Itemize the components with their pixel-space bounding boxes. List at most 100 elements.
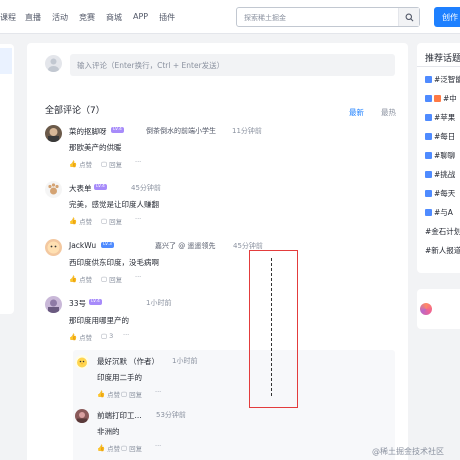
recommended-topics-title: 推荐话题 — [425, 54, 460, 64]
avatar[interactable] — [45, 239, 62, 256]
like-button[interactable]: 👍 点赞 — [69, 274, 92, 284]
comment-icon: ▢ — [121, 444, 128, 452]
left-sidebar — [0, 44, 14, 314]
comment-icon: ▢ — [101, 275, 108, 283]
thumbs-up-icon: 👍 — [69, 160, 78, 168]
like-button[interactable]: 👍 点赞 — [69, 159, 92, 169]
chick-icon — [77, 357, 87, 368]
divider — [417, 66, 460, 67]
reply-author[interactable]: 前端打印工... — [97, 410, 142, 421]
watermark: @稀土掘金技术社区 — [372, 447, 444, 456]
topic-item[interactable]: #金石计划 — [425, 226, 460, 237]
reply-button[interactable]: ▢ 回复 — [101, 216, 122, 226]
search-button[interactable] — [398, 8, 419, 26]
more-button[interactable]: ··· — [155, 388, 161, 396]
nav-item-course[interactable]: 课程 — [0, 12, 16, 23]
topic-item[interactable]: #新人报道 — [425, 245, 460, 256]
level-badge: LV.4 — [89, 299, 102, 305]
comment-input-placeholder: 输入评论（Enter换行，Ctrl + Enter发送） — [77, 61, 225, 70]
more-button[interactable]: ··· — [135, 273, 141, 281]
comment-input[interactable]: 输入评论（Enter换行，Ctrl + Enter发送） — [70, 54, 395, 76]
thumbs-up-icon: 👍 — [69, 275, 78, 283]
topic-item[interactable]: #每天 — [425, 188, 455, 199]
author-role: （作者） — [129, 357, 159, 366]
hot-badge-icon — [434, 95, 441, 102]
sort-hottest-tab[interactable]: 最热 — [381, 107, 396, 118]
comment-time: 1小时前 — [146, 299, 172, 307]
search-box[interactable]: 探索稀土掘金 — [236, 7, 420, 27]
topic-item[interactable]: #每日 — [425, 131, 455, 142]
nav-item-mall[interactable]: 商城 — [106, 12, 122, 23]
topic-item[interactable]: #聊聊 — [425, 150, 455, 161]
sidebar-active-item[interactable] — [0, 48, 12, 74]
comment-icon: ▢ — [101, 160, 108, 168]
comment-author[interactable]: 大表单 — [69, 183, 92, 194]
like-button[interactable]: 👍 点赞 — [69, 216, 92, 226]
more-button[interactable]: ··· — [135, 158, 141, 166]
create-button[interactable]: 创作 — [434, 7, 460, 27]
avatar[interactable] — [45, 55, 62, 72]
topic-item[interactable]: #挑战 — [425, 169, 455, 180]
comment-text: 西印度供东印度，没毛病啊 — [69, 258, 159, 267]
reply-button[interactable]: ▢ 回复 — [121, 443, 142, 453]
topic-badge-icon — [425, 209, 432, 216]
topic-item[interactable]: #与A — [425, 207, 453, 218]
topic-badge-icon — [425, 95, 432, 102]
topic-badge-icon — [425, 114, 432, 121]
comment-icon: ▢ — [101, 332, 108, 340]
like-button[interactable]: 👍 点赞 — [69, 332, 92, 342]
replies-count-button[interactable]: ▢ 3 — [101, 332, 113, 340]
more-button[interactable]: ··· — [123, 331, 129, 339]
more-button[interactable]: ··· — [135, 215, 141, 223]
like-button[interactable]: 👍 点赞 — [97, 443, 120, 453]
nav-item-live[interactable]: 直播 — [25, 12, 41, 23]
promo-card[interactable] — [417, 289, 460, 329]
comment-author[interactable]: 菜的抠脚呀 — [69, 126, 107, 137]
like-button[interactable]: 👍 点赞 — [97, 389, 120, 399]
avatar[interactable] — [45, 296, 62, 313]
comment-time: 11分钟前 — [232, 127, 262, 135]
nav-item-contest[interactable]: 竞赛 — [79, 12, 95, 23]
reply-button[interactable]: ▢ 回复 — [121, 389, 142, 399]
recommended-topics-card: 推荐话题 #泛智能 #中 #苹果 #每日 #聊聊 #挑战 #每天 #与A #金石… — [417, 43, 460, 273]
user-icon — [48, 58, 59, 72]
comment-text: 那印度用哪里产的 — [69, 316, 129, 325]
author-title: 倒茶倒水的前端小学生 — [146, 127, 216, 135]
more-button[interactable]: ··· — [155, 442, 161, 450]
nav-item-app[interactable]: APP — [133, 12, 148, 23]
avatar[interactable] — [45, 125, 62, 142]
annotation-highlight-box — [249, 250, 298, 408]
level-badge: LV.4 — [94, 184, 107, 190]
level-badge: LV.4 — [111, 127, 124, 133]
nav-item-events[interactable]: 活动 — [52, 12, 68, 23]
paw-icon — [48, 183, 59, 195]
reply-button[interactable]: ▢ 回复 — [101, 159, 122, 169]
reply-button[interactable]: ▢ 回复 — [101, 274, 122, 284]
avatar[interactable] — [75, 355, 89, 369]
thumbs-up-icon: 👍 — [69, 333, 78, 341]
reply-text: 印度用二手的 — [97, 373, 142, 382]
nav-item-plugins[interactable]: 插件 — [159, 12, 175, 23]
reply-text: 非洲的 — [97, 427, 120, 436]
topic-badge-icon — [425, 190, 432, 197]
topic-badge-icon — [425, 76, 432, 83]
promo-logo-icon — [420, 303, 432, 315]
comment-icon: ▢ — [101, 217, 108, 225]
search-icon — [405, 13, 413, 21]
avatar[interactable] — [75, 409, 89, 423]
comments-title: 全部评论（7） — [45, 106, 105, 116]
comment-author[interactable]: JackWu — [69, 241, 96, 250]
comment-author[interactable]: 33号 — [69, 298, 86, 309]
avatar-photo-icon — [77, 412, 87, 423]
reply-author[interactable]: 最好沉默 — [97, 356, 127, 367]
topic-item[interactable]: #泛智能 — [425, 74, 460, 85]
annotation-dashed-line — [271, 258, 272, 396]
search-input[interactable]: 探索稀土掘金 — [244, 13, 286, 23]
topic-item[interactable]: #苹果 — [425, 112, 455, 123]
avatar[interactable] — [45, 181, 62, 198]
main-nav: 课程 直播 活动 竞赛 商城 APP 插件 — [0, 12, 186, 23]
topic-item[interactable]: #中 — [425, 93, 457, 104]
comment-text: 那欧美产的供暖 — [69, 143, 122, 152]
sort-newest-tab[interactable]: 最新 — [349, 107, 364, 118]
topic-badge-icon — [425, 133, 432, 140]
